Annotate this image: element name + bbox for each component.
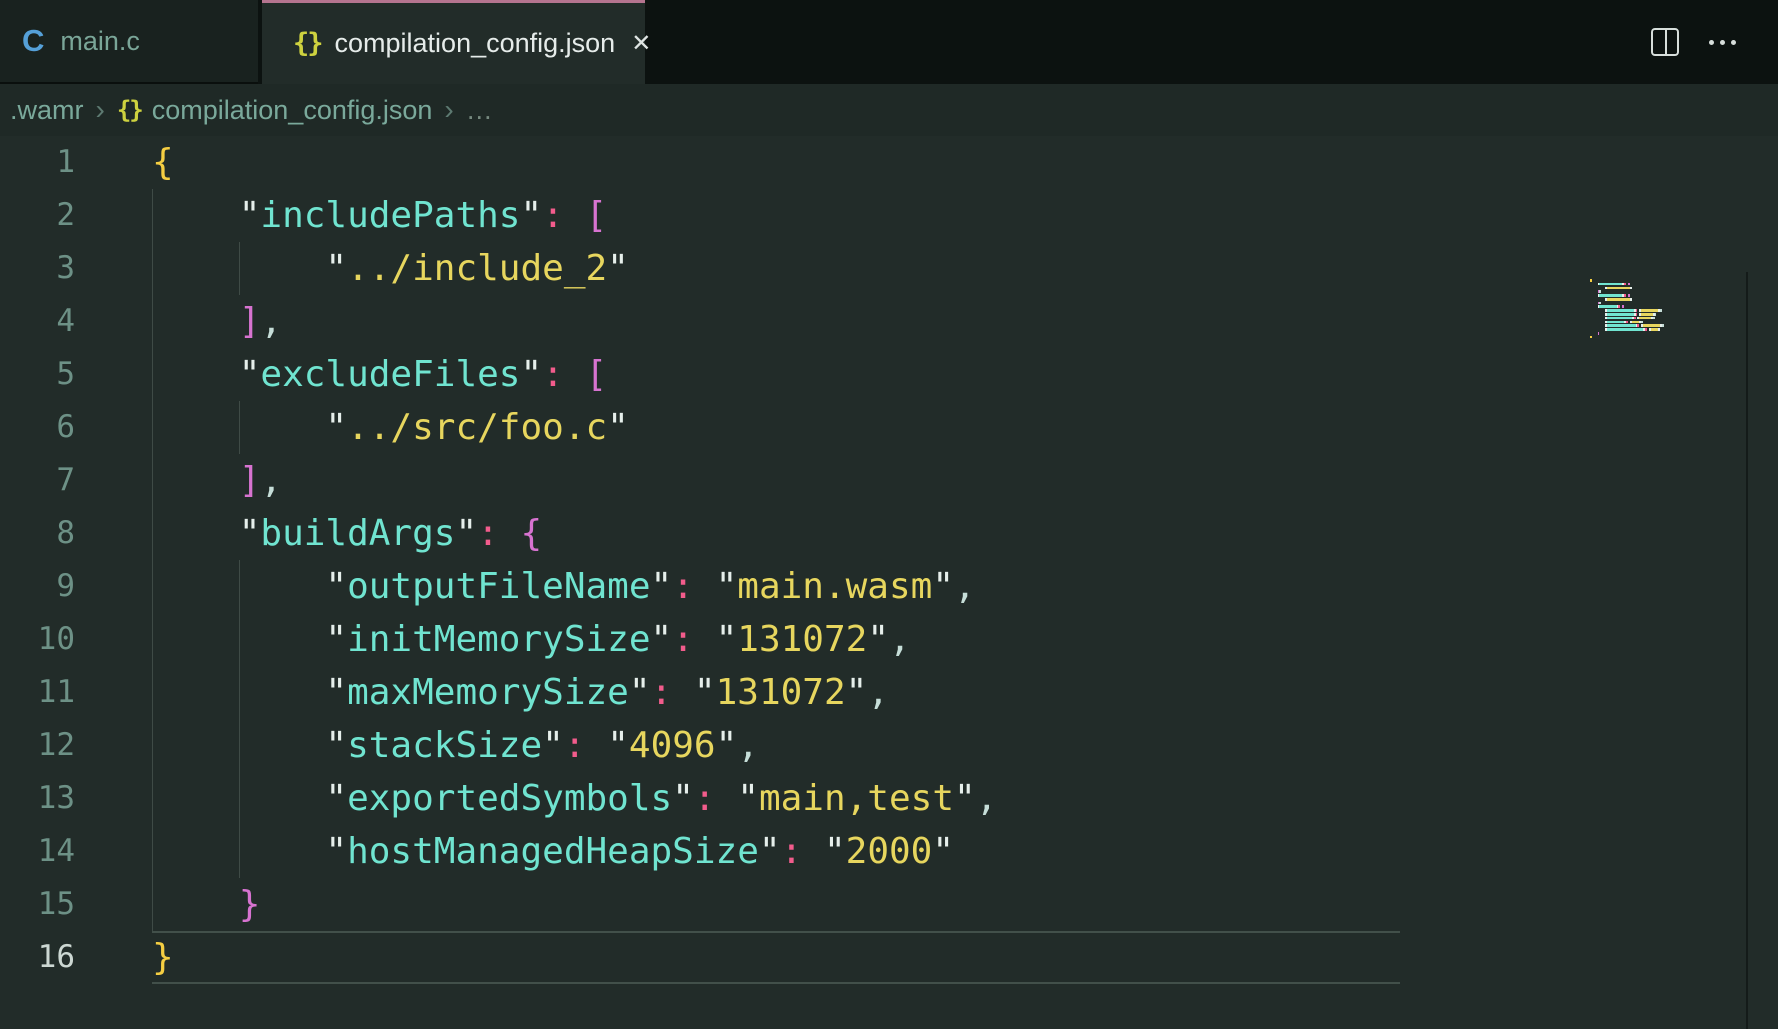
tab-main-c[interactable]: C main.c: [0, 0, 258, 84]
line-number: 14: [0, 825, 75, 878]
code-text: "initMemorySize": "131072",: [152, 613, 911, 666]
json-file-icon: {}: [293, 28, 322, 59]
code-text: ],: [152, 295, 282, 348]
editor-pane[interactable]: 1{2 "includePaths": [3 "../include_2"4 ]…: [0, 136, 1778, 1029]
minimap[interactable]: [1590, 279, 1710, 340]
chevron-right-icon: ›: [444, 94, 453, 126]
code-line[interactable]: 16}: [0, 931, 1778, 984]
code-line[interactable]: 7 ],: [0, 454, 1778, 507]
code-text: "hostManagedHeapSize": "2000": [152, 825, 954, 878]
code-text: "maxMemorySize": "131072",: [152, 666, 889, 719]
indent-guide: [152, 719, 153, 772]
breadcrumb-folder[interactable]: .wamr: [10, 95, 84, 126]
code-text: "buildArgs": {: [152, 507, 542, 560]
tab-label: compilation_config.json: [335, 28, 616, 59]
code-text: ],: [152, 454, 282, 507]
line-number: 16: [0, 931, 75, 984]
line-number: 9: [0, 560, 75, 613]
code-text: "outputFileName": "main.wasm",: [152, 560, 976, 613]
c-file-icon: C: [22, 23, 44, 59]
indent-guide: [152, 878, 153, 931]
indent-guide: [152, 772, 153, 825]
indent-guide: [152, 454, 153, 507]
line-number: 8: [0, 507, 75, 560]
indent-guide: [239, 825, 240, 878]
indent-guide: [152, 560, 153, 613]
line-number: 10: [0, 613, 75, 666]
code-line[interactable]: 4 ],: [0, 295, 1778, 348]
split-editor-icon[interactable]: [1651, 28, 1679, 56]
line-number: 13: [0, 772, 75, 825]
line-number: 12: [0, 719, 75, 772]
indent-guide: [152, 507, 153, 560]
code-lines: 1{2 "includePaths": [3 "../include_2"4 ]…: [0, 136, 1778, 984]
code-text: }: [152, 931, 174, 984]
code-line[interactable]: 13 "exportedSymbols": "main,test",: [0, 772, 1778, 825]
code-text: {: [152, 136, 174, 189]
indent-guide: [152, 825, 153, 878]
code-line[interactable]: 9 "outputFileName": "main.wasm",: [0, 560, 1778, 613]
code-text: "excludeFiles": [: [152, 348, 607, 401]
close-tab-icon[interactable]: ✕: [631, 29, 651, 58]
indent-guide: [239, 242, 240, 295]
indent-guide: [152, 613, 153, 666]
indent-guide: [239, 560, 240, 613]
code-line[interactable]: 1{: [0, 136, 1778, 189]
code-text: "../src/foo.c": [152, 401, 629, 454]
indent-guide: [152, 189, 153, 242]
breadcrumb: .wamr › {} compilation_config.json › …: [0, 84, 1778, 136]
indent-guide: [239, 401, 240, 454]
indent-guide: [152, 348, 153, 401]
chevron-right-icon: ›: [96, 94, 105, 126]
line-number: 2: [0, 189, 75, 242]
indent-guide: [152, 242, 153, 295]
line-number: 1: [0, 136, 75, 189]
line-number: 15: [0, 878, 75, 931]
code-line[interactable]: 14 "hostManagedHeapSize": "2000": [0, 825, 1778, 878]
indent-guide: [152, 666, 153, 719]
tab-compilation-config-json[interactable]: {} compilation_config.json ✕: [262, 0, 645, 84]
line-number: 5: [0, 348, 75, 401]
minimap-separator: [1746, 272, 1748, 1029]
line-number: 11: [0, 666, 75, 719]
code-line[interactable]: 6 "../src/foo.c": [0, 401, 1778, 454]
code-text: }: [152, 878, 260, 931]
code-text: "stackSize": "4096",: [152, 719, 759, 772]
code-line[interactable]: 5 "excludeFiles": [: [0, 348, 1778, 401]
code-line[interactable]: 3 "../include_2": [0, 242, 1778, 295]
code-line[interactable]: 15 }: [0, 878, 1778, 931]
indent-guide: [239, 719, 240, 772]
code-line[interactable]: 8 "buildArgs": {: [0, 507, 1778, 560]
breadcrumb-file[interactable]: compilation_config.json: [152, 95, 433, 126]
code-text: "exportedSymbols": "main,test",: [152, 772, 997, 825]
editor-actions: [1651, 0, 1778, 84]
line-number: 3: [0, 242, 75, 295]
line-number: 7: [0, 454, 75, 507]
tab-label: main.c: [60, 26, 140, 57]
json-file-icon: {}: [117, 96, 142, 124]
vscode-window: C main.c {} compilation_config.json ✕ .w…: [0, 0, 1778, 1029]
indent-guide: [239, 613, 240, 666]
indent-guide: [239, 772, 240, 825]
breadcrumb-symbol[interactable]: …: [466, 95, 493, 126]
tab-bar: C main.c {} compilation_config.json ✕: [0, 0, 1778, 84]
code-text: "includePaths": [: [152, 189, 607, 242]
code-text: "../include_2": [152, 242, 629, 295]
more-actions-icon[interactable]: [1709, 40, 1736, 45]
indent-guide: [239, 666, 240, 719]
line-number: 6: [0, 401, 75, 454]
code-line[interactable]: 2 "includePaths": [: [0, 189, 1778, 242]
line-number: 4: [0, 295, 75, 348]
indent-guide: [152, 295, 153, 348]
code-line[interactable]: 10 "initMemorySize": "131072",: [0, 613, 1778, 666]
code-line[interactable]: 11 "maxMemorySize": "131072",: [0, 666, 1778, 719]
code-line[interactable]: 12 "stackSize": "4096",: [0, 719, 1778, 772]
indent-guide: [152, 401, 153, 454]
